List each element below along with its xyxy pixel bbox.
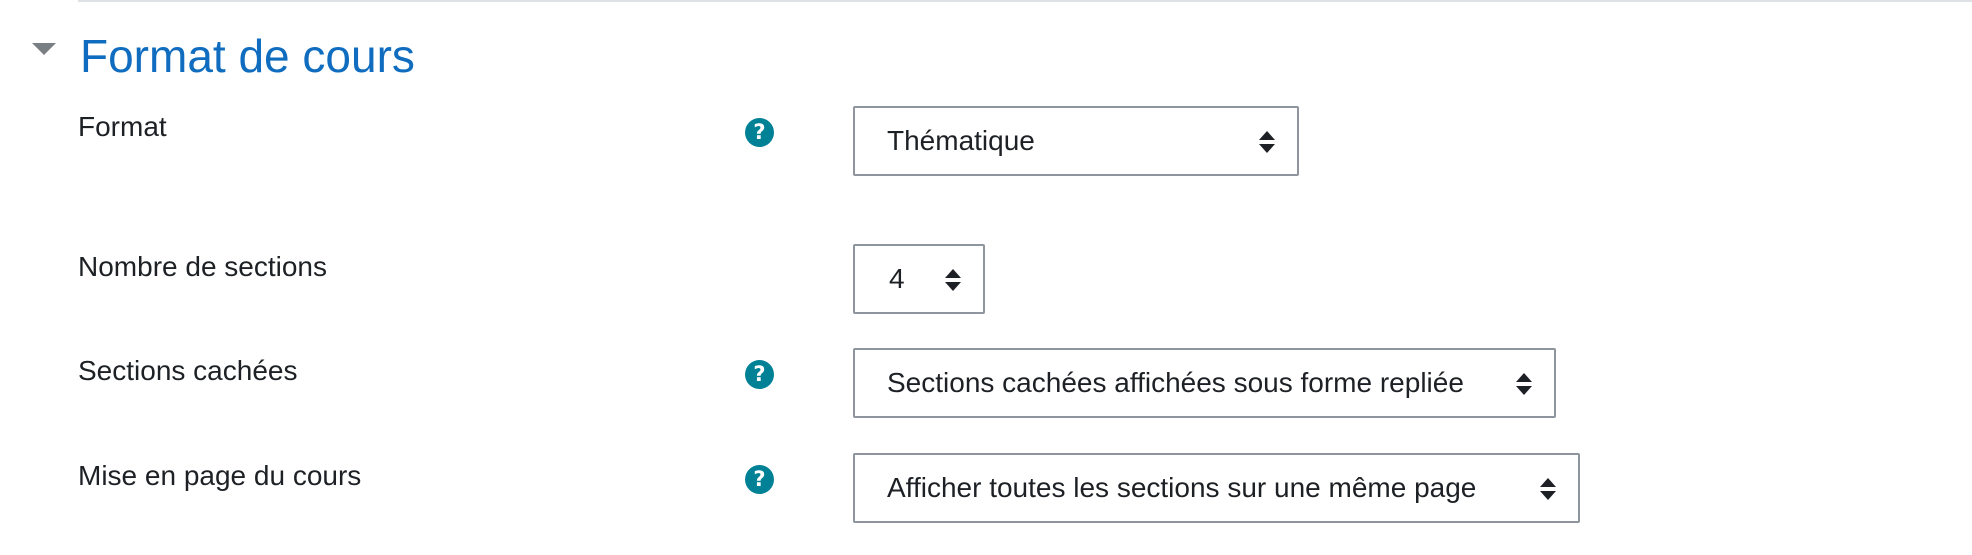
help-icon[interactable]: ? <box>745 360 774 389</box>
collapse-toggle[interactable] <box>30 42 58 70</box>
field-label-num-sections: Nombre de sections <box>78 251 328 282</box>
section-divider <box>78 0 1972 2</box>
hidden-sections-select-value: Sections cachées affichées sous forme re… <box>887 367 1464 398</box>
course-layout-select[interactable]: Afficher toutes les sections sur une mêm… <box>853 453 1580 523</box>
format-select[interactable]: Thématique <box>853 106 1299 176</box>
num-sections-select-value: 4 <box>889 263 905 294</box>
select-arrows-icon <box>1259 131 1275 153</box>
section-title: Format de cours <box>80 30 415 82</box>
help-icon[interactable]: ? <box>745 118 774 147</box>
course-layout-select-value: Afficher toutes les sections sur une mêm… <box>887 472 1477 503</box>
field-label-course-layout: Mise en page du cours <box>78 460 362 491</box>
select-arrows-icon <box>1516 373 1532 395</box>
caret-down-icon <box>32 43 56 55</box>
format-select-value: Thématique <box>887 125 1035 156</box>
section-header: Format de cours <box>30 26 415 86</box>
field-label-format: Format <box>78 111 167 142</box>
select-arrows-icon <box>1540 478 1556 500</box>
select-arrows-icon <box>945 269 961 291</box>
hidden-sections-select[interactable]: Sections cachées affichées sous forme re… <box>853 348 1556 418</box>
field-label-hidden-sections: Sections cachées <box>78 355 298 386</box>
help-icon[interactable]: ? <box>745 465 774 494</box>
num-sections-select[interactable]: 4 <box>853 244 985 314</box>
